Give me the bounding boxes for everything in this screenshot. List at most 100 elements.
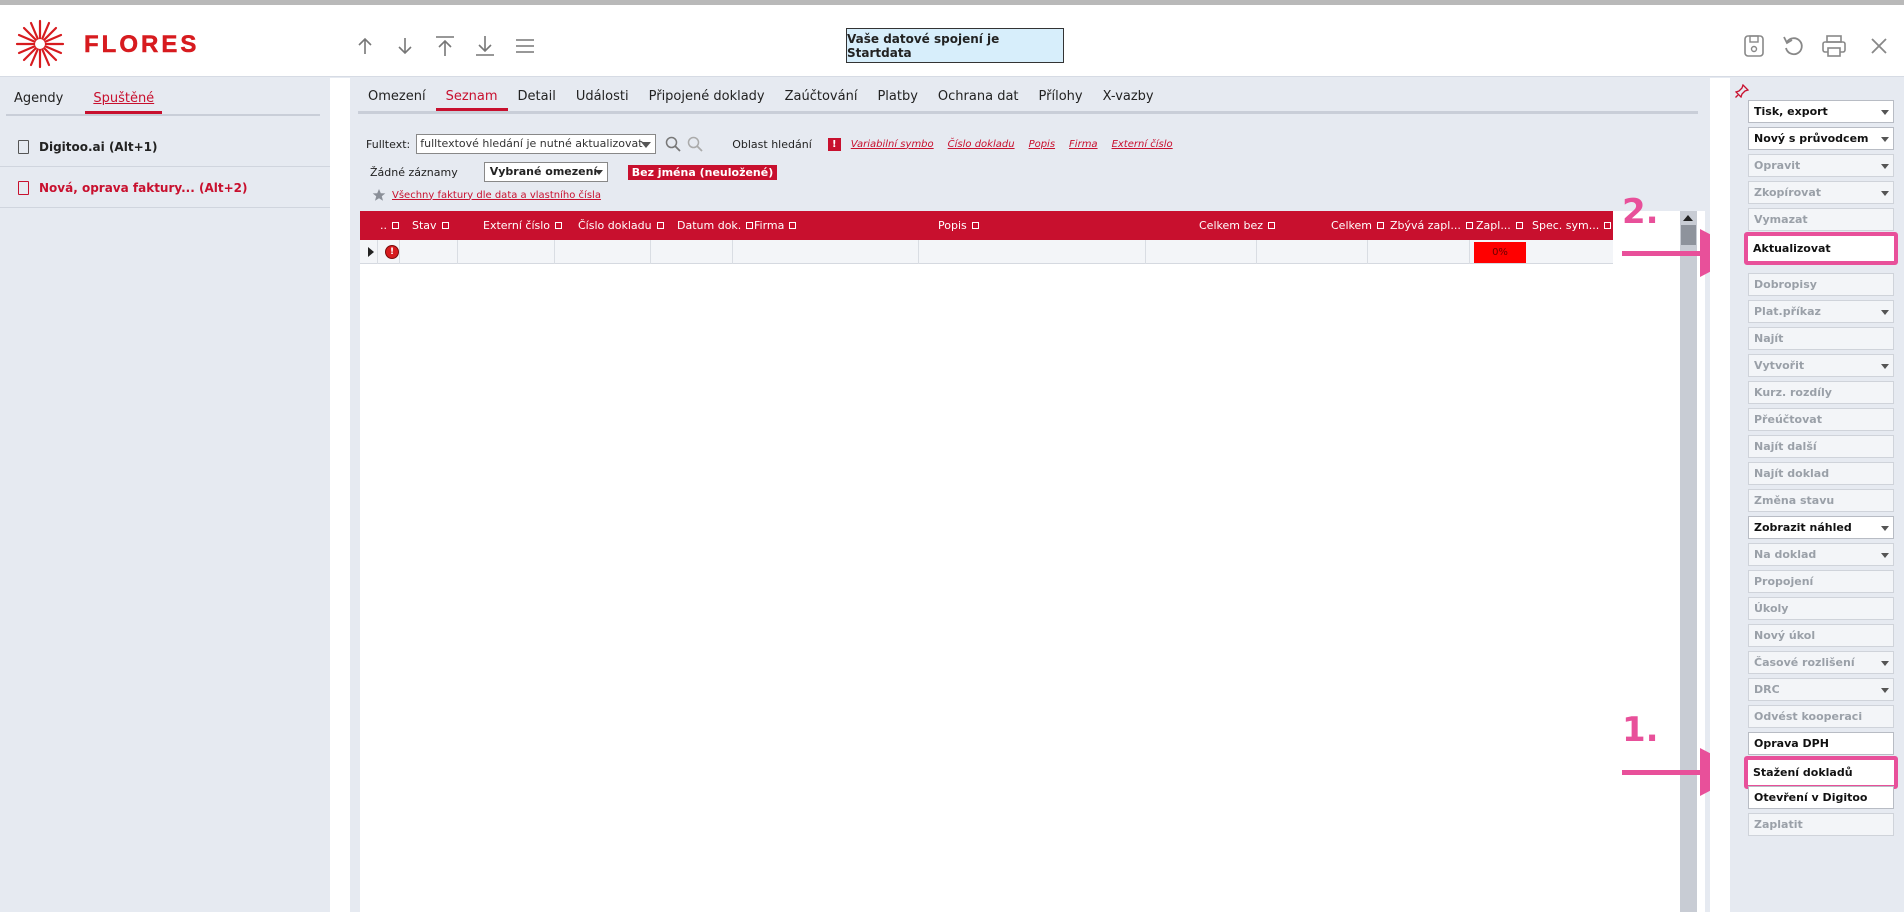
col-header-externi-cislo[interactable]: Externí číslo <box>483 211 563 240</box>
chevron-down-icon[interactable] <box>1881 661 1889 666</box>
chevron-down-icon[interactable] <box>1881 526 1889 531</box>
tab-omezeni[interactable]: Omezení <box>358 86 436 111</box>
scroll-up-icon[interactable] <box>1683 215 1693 221</box>
tab-x-vazby[interactable]: X-vazby <box>1093 86 1164 111</box>
tab-pripojene-doklady[interactable]: Připojené doklady <box>639 86 775 111</box>
col-header-indicator[interactable]: .. <box>380 211 399 240</box>
save-icon[interactable] <box>1734 29 1774 63</box>
col-header-celkem-bez[interactable]: Celkem bez <box>1199 211 1275 240</box>
action-button-26[interactable]: Otevření v Digitoo <box>1748 786 1894 809</box>
action-button-6[interactable]: Aktualizovat <box>1744 232 1898 265</box>
search-area-popis[interactable]: Popis <box>1029 139 1055 150</box>
tab-agendy[interactable]: Agendy <box>6 88 71 114</box>
action-button-12[interactable]: Přeúčtovat <box>1748 408 1894 431</box>
tab-seznam[interactable]: Seznam <box>435 86 508 111</box>
chevron-down-icon[interactable] <box>1881 553 1889 558</box>
column-checkbox[interactable] <box>555 222 563 229</box>
action-button-13[interactable]: Najít další <box>1748 435 1894 458</box>
chevron-down-icon[interactable] <box>1881 688 1889 693</box>
col-header-datum[interactable]: Datum dok. <box>677 211 754 240</box>
col-header-celkem[interactable]: Celkem <box>1331 211 1384 240</box>
col-header-stav[interactable]: Stav <box>412 211 449 240</box>
search-area-firma[interactable]: Firma <box>1069 139 1098 150</box>
tab-prilohy[interactable]: Přílohy <box>1029 86 1093 111</box>
filter-select[interactable]: Vybrané omezení <box>483 162 608 182</box>
action-button-8[interactable]: Plat.příkaz <box>1748 300 1894 323</box>
action-button-20[interactable]: Nový úkol <box>1748 624 1894 647</box>
column-checkbox[interactable] <box>441 222 449 229</box>
column-checkbox[interactable] <box>1515 222 1523 229</box>
running-item-digitoo[interactable]: Digitoo.ai (Alt+1) <box>0 127 330 167</box>
favorite-filter-link[interactable]: Všechny faktury dle data a vlastního čís… <box>392 190 601 201</box>
action-button-24[interactable]: Oprava DPH <box>1748 732 1894 755</box>
search-area-cislo[interactable]: Číslo dokladu <box>948 139 1015 150</box>
column-checkbox[interactable] <box>1604 222 1612 229</box>
tab-spustene[interactable]: Spuštěné <box>85 88 163 114</box>
column-checkbox[interactable] <box>1268 222 1275 229</box>
table-row[interactable]: ! 0% <box>360 240 1613 264</box>
action-button-19[interactable]: Úkoly <box>1748 597 1894 620</box>
chevron-down-icon[interactable] <box>1881 310 1889 315</box>
chevron-down-icon[interactable] <box>1881 110 1889 115</box>
col-header-firma[interactable]: Firma <box>754 211 797 240</box>
pin-icon[interactable] <box>1735 84 1749 98</box>
col-header-zbyva[interactable]: Zbývá zapl... <box>1390 211 1473 240</box>
column-checkbox[interactable] <box>392 222 399 229</box>
action-button-11[interactable]: Kurz. rozdíly <box>1748 381 1894 404</box>
search-area-variabilni[interactable]: Variabilní symbo <box>851 139 934 150</box>
action-button-21[interactable]: Časové rozlišení <box>1748 651 1894 674</box>
action-button-5[interactable]: Vymazat <box>1748 208 1894 231</box>
action-button-23[interactable]: Odvést kooperaci <box>1748 705 1894 728</box>
chevron-down-icon[interactable] <box>1881 164 1889 169</box>
column-checkbox[interactable] <box>971 222 979 229</box>
tab-udalosti[interactable]: Události <box>566 86 639 111</box>
action-button-7[interactable]: Dobropisy <box>1748 273 1894 296</box>
tab-platby[interactable]: Platby <box>867 86 927 111</box>
action-button-10[interactable]: Vytvořit <box>1748 354 1894 377</box>
col-header-popis[interactable]: Popis <box>938 211 979 240</box>
action-button-18[interactable]: Propojení <box>1748 570 1894 593</box>
arrow-to-top-icon[interactable] <box>430 31 460 61</box>
star-icon[interactable] <box>372 188 386 202</box>
tab-detail[interactable]: Detail <box>508 86 566 111</box>
action-button-22[interactable]: DRC <box>1748 678 1894 701</box>
action-button-16[interactable]: Zobrazit náhled <box>1748 516 1894 539</box>
col-header-cislo-dokladu[interactable]: Číslo dokladu <box>578 211 664 240</box>
chevron-down-icon[interactable] <box>641 142 652 148</box>
column-checkbox[interactable] <box>656 222 664 229</box>
tab-zauctovani[interactable]: Zaúčtování <box>775 86 868 111</box>
chevron-down-icon[interactable] <box>1881 364 1889 369</box>
refresh-icon[interactable] <box>1774 29 1814 63</box>
close-icon[interactable] <box>1854 29 1904 63</box>
running-item-nova-oprava[interactable]: Nová, oprava faktury... (Alt+2) <box>0 168 330 208</box>
search-area-externi[interactable]: Externí číslo <box>1112 139 1173 150</box>
column-checkbox[interactable] <box>1465 222 1473 229</box>
action-button-27[interactable]: Zaplatit <box>1748 813 1894 836</box>
action-button-9[interactable]: Najít <box>1748 327 1894 350</box>
menu-icon[interactable] <box>510 31 540 61</box>
action-button-17[interactable]: Na doklad <box>1748 543 1894 566</box>
column-checkbox[interactable] <box>1376 222 1384 229</box>
arrow-up-icon[interactable] <box>350 31 380 61</box>
print-icon[interactable] <box>1814 29 1854 63</box>
search-clear-icon[interactable] <box>686 135 704 153</box>
column-checkbox[interactable] <box>789 222 797 229</box>
chevron-down-icon[interactable] <box>1881 137 1889 142</box>
fulltext-input[interactable]: fulltextové hledání je nutné aktualizova… <box>416 134 657 154</box>
action-button-25[interactable]: Stažení dokladů <box>1744 756 1898 789</box>
tab-ochrana-dat[interactable]: Ochrana dat <box>928 86 1029 111</box>
action-button-1[interactable]: Tisk, export <box>1748 100 1894 123</box>
action-button-14[interactable]: Najít doklad <box>1748 462 1894 485</box>
arrow-to-bottom-icon[interactable] <box>470 31 500 61</box>
action-button-2[interactable]: Nový s průvodcem <box>1748 127 1894 150</box>
action-button-4[interactable]: Zkopírovat <box>1748 181 1894 204</box>
chevron-down-icon[interactable] <box>1881 191 1889 196</box>
action-button-3[interactable]: Opravit <box>1748 154 1894 177</box>
column-checkbox[interactable] <box>746 222 754 229</box>
col-header-zaplaceno[interactable]: Zapl... <box>1476 211 1523 240</box>
search-icon[interactable] <box>664 135 682 153</box>
action-button-15[interactable]: Změna stavu <box>1748 489 1894 512</box>
col-header-spec-sym[interactable]: Spec. sym... <box>1532 211 1612 240</box>
vertical-scrollbar[interactable] <box>1680 211 1697 912</box>
arrow-down-icon[interactable] <box>390 31 420 61</box>
